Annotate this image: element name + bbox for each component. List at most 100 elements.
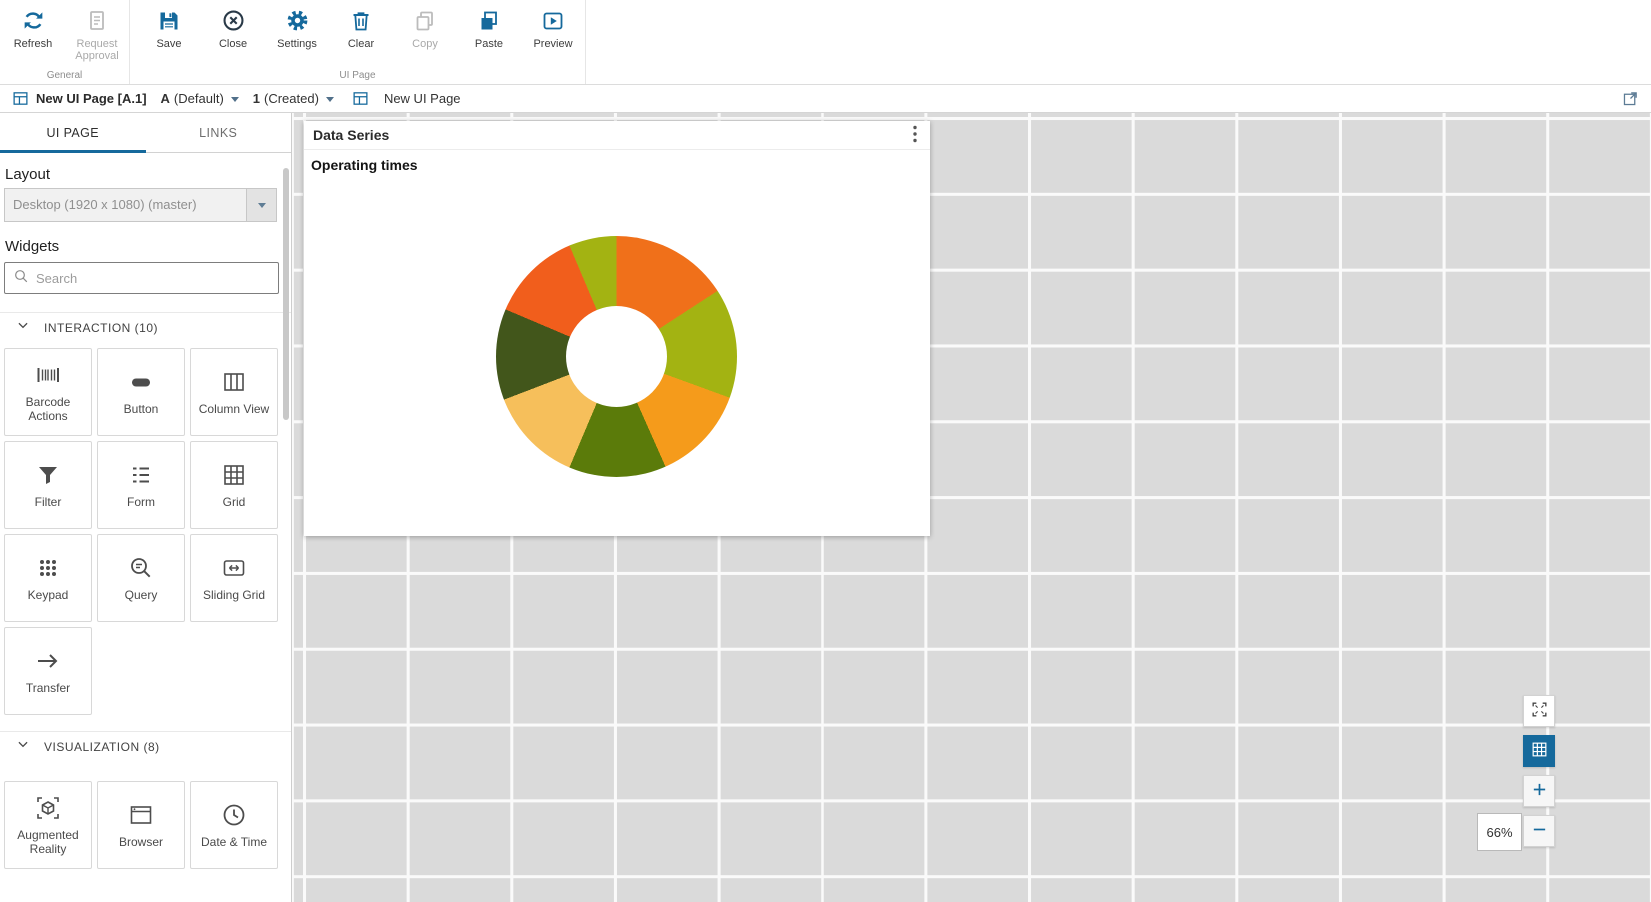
refresh-button[interactable]: Refresh <box>1 7 65 50</box>
save-button[interactable]: Save <box>137 7 201 50</box>
clear-button[interactable]: Clear <box>329 7 393 50</box>
transfer-icon <box>34 646 62 676</box>
widget-menu-button[interactable] <box>909 123 921 148</box>
column-view-icon <box>220 367 248 397</box>
zoom-in-button[interactable] <box>1523 775 1555 807</box>
save-label: Save <box>156 38 181 50</box>
date-time-icon <box>220 800 248 830</box>
fit-to-screen-button[interactable] <box>1523 695 1555 727</box>
card-label: Query <box>122 589 161 603</box>
card-label: Barcode Actions <box>5 396 91 424</box>
chevron-down-icon <box>231 97 239 102</box>
section-visualization[interactable]: VISUALIZATION (8) <box>0 731 291 761</box>
page-title: New UI Page <box>384 91 461 106</box>
widget-card-button[interactable]: Button <box>97 348 185 436</box>
card-label: Keypad <box>25 589 72 603</box>
donut-hole <box>566 306 667 407</box>
widget-card-form[interactable]: Form <box>97 441 185 529</box>
card-label: Augmented Reality <box>5 829 91 857</box>
chevron-down-icon <box>258 203 266 208</box>
chevron-down-icon <box>326 97 334 102</box>
widget-card-barcode-actions[interactable]: Barcode Actions <box>4 348 92 436</box>
sidebar-tabs: UI PAGE LINKS <box>0 113 291 153</box>
chart-title: Operating times <box>311 157 418 173</box>
tab-ui-page[interactable]: UI PAGE <box>0 113 146 152</box>
paste-label: Paste <box>475 38 503 50</box>
layout-select-value: Desktop (1920 x 1080) (master) <box>5 189 276 221</box>
request-approval-button[interactable]: Request Approval <box>65 7 129 63</box>
section-interaction[interactable]: INTERACTION (10) <box>0 312 291 342</box>
widget-card-query[interactable]: Query <box>97 534 185 622</box>
open-in-window-icon[interactable] <box>1622 90 1639 107</box>
section-interaction-label: INTERACTION (10) <box>44 321 158 335</box>
card-label: Sliding Grid <box>200 589 268 603</box>
kebab-icon <box>913 125 917 146</box>
copy-label: Copy <box>412 38 438 50</box>
tab-links[interactable]: LINKS <box>146 113 292 152</box>
widget-card-date-time[interactable]: Date & Time <box>190 781 278 869</box>
paste-button[interactable]: Paste <box>457 7 521 50</box>
widget-card-augmented-reality[interactable]: Augmented Reality <box>4 781 92 869</box>
zoom-out-button[interactable] <box>1523 815 1555 847</box>
widget-search[interactable] <box>4 262 279 294</box>
widget-card-grid[interactable]: Grid <box>190 441 278 529</box>
search-icon <box>13 268 29 289</box>
settings-icon <box>285 7 310 34</box>
chevron-down-icon <box>16 737 30 756</box>
refresh-label: Refresh <box>14 38 53 50</box>
sliding-grid-icon <box>220 553 248 583</box>
revision-detail: (Created) <box>264 91 319 106</box>
card-label: Filter <box>32 496 65 510</box>
variant-dropdown[interactable]: A (Default) <box>161 91 239 106</box>
revision-dropdown[interactable]: 1 (Created) <box>253 91 334 106</box>
card-label: Browser <box>116 836 166 850</box>
section-visualization-label: VISUALIZATION (8) <box>44 740 160 754</box>
filter-icon <box>34 460 62 490</box>
visualization-cards: Augmented Reality Browser Date & Time <box>4 781 291 869</box>
preview-button[interactable]: Preview <box>521 7 585 50</box>
ui-page-icon <box>12 90 29 107</box>
copy-button[interactable]: Copy <box>393 7 457 50</box>
request-approval-icon <box>85 7 109 34</box>
data-series-widget[interactable]: Data Series Operating times <box>304 121 930 536</box>
preview-label: Preview <box>533 38 572 50</box>
layout-heading: Layout <box>5 166 291 184</box>
widget-card-filter[interactable]: Filter <box>4 441 92 529</box>
ribbon-group-label-ui-page: UI Page <box>130 70 585 81</box>
refresh-icon <box>21 7 46 34</box>
tab-links-label: LINKS <box>199 126 237 140</box>
widget-card-sliding-grid[interactable]: Sliding Grid <box>190 534 278 622</box>
grid-icon <box>220 460 248 490</box>
browser-icon <box>127 800 155 830</box>
preview-icon <box>541 7 565 34</box>
widget-card-keypad[interactable]: Keypad <box>4 534 92 622</box>
zoom-level-indicator: 66% <box>1477 813 1522 851</box>
card-label: Button <box>121 403 162 417</box>
design-canvas[interactable]: Data Series Operating times 66% <box>292 113 1651 902</box>
form-icon <box>127 460 155 490</box>
augmented-reality-icon <box>34 793 62 823</box>
search-input[interactable] <box>36 271 270 286</box>
card-label: Transfer <box>23 682 73 696</box>
layout-select-button[interactable] <box>246 189 276 221</box>
close-button[interactable]: Close <box>201 7 265 50</box>
widget-card-browser[interactable]: Browser <box>97 781 185 869</box>
request-approval-label: Request Approval <box>65 38 129 63</box>
widget-card-column-view[interactable]: Column View <box>190 348 278 436</box>
close-label: Close <box>219 38 247 50</box>
settings-button[interactable]: Settings <box>265 7 329 50</box>
card-label: Column View <box>196 403 272 417</box>
layout-select[interactable]: Desktop (1920 x 1080) (master) <box>4 188 277 222</box>
revision-label: 1 <box>253 91 260 106</box>
barcode-icon <box>34 360 62 390</box>
save-icon <box>157 7 181 34</box>
variant-detail: (Default) <box>174 91 224 106</box>
widget-card-transfer[interactable]: Transfer <box>4 627 92 715</box>
ribbon-group-ui-page: Save Close Settings Clear Copy <box>130 0 586 84</box>
toggle-grid-button[interactable] <box>1523 735 1555 767</box>
grid-toggle-icon <box>1530 740 1549 762</box>
card-label: Date & Time <box>198 836 270 850</box>
clear-icon <box>349 7 373 34</box>
sidebar-scrollbar[interactable] <box>283 168 289 420</box>
ribbon-group-general: Refresh Request Approval General <box>0 0 130 84</box>
